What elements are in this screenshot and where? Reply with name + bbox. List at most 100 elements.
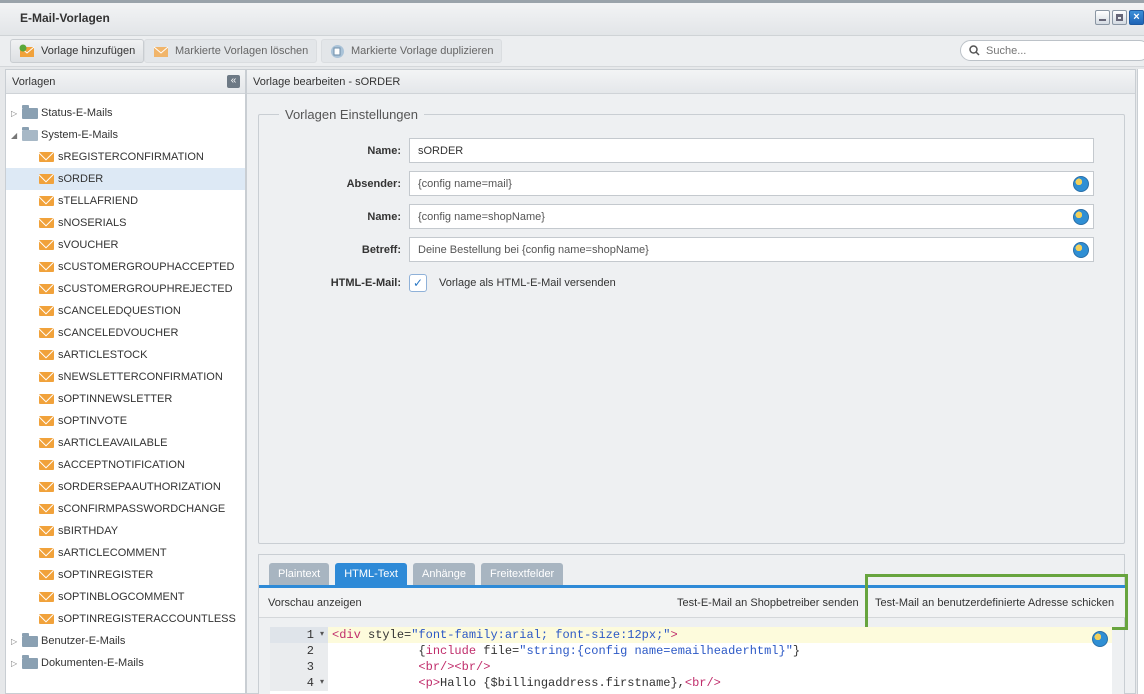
tab-free-text-fields[interactable]: Freitextfelder <box>481 563 564 585</box>
translation-globe-icon[interactable] <box>1092 631 1108 647</box>
add-mail-icon <box>19 44 35 57</box>
tree-item-sCONFIRMPASSWORDCHANGE[interactable]: sCONFIRMPASSWORDCHANGE <box>6 498 245 520</box>
tree-item-sORDERSEPAAUTHORIZATION[interactable]: sORDERSEPAAUTHORIZATION <box>6 476 245 498</box>
code-line[interactable]: 1 ▾ <div style="font-family:arial; font-si… <box>270 627 1112 643</box>
html-mail-label: HTML-E-Mail: <box>330 276 401 289</box>
minimize-icon[interactable] <box>1095 10 1110 25</box>
tree-item-sCANCELEDQUESTION[interactable]: sCANCELEDQUESTION <box>6 300 245 322</box>
tree-item-sCUSTOMERGROUPHREJECTED[interactable]: sCUSTOMERGROUPHREJECTED <box>6 278 245 300</box>
add-template-button[interactable]: Vorlage hinzufügen <box>10 39 145 63</box>
templates-tree-panel: Vorlagen « ▷ Status-E-Mails ◢ System-E-M… <box>5 69 246 694</box>
name-field[interactable]: sORDER <box>409 138 1094 163</box>
tree-item-sOPTINVOTE[interactable]: sOPTINVOTE <box>6 410 245 432</box>
mail-icon <box>39 284 54 294</box>
expand-arrow-icon[interactable]: ▷ <box>11 637 21 646</box>
tree-item-sCUSTOMERGROUPHACCEPTED[interactable]: sCUSTOMERGROUPHACCEPTED <box>6 256 245 278</box>
maximize-icon[interactable] <box>1112 10 1127 25</box>
tree-item-sOPTINNEWSLETTER[interactable]: sOPTINNEWSLETTER <box>6 388 245 410</box>
template-label: sOPTINREGISTERACCOUNTLESS <box>58 613 236 625</box>
subject-field[interactable]: Deine Bestellung bei {config name=shopNa… <box>409 237 1094 262</box>
expand-arrow-icon[interactable]: ▷ <box>11 109 21 118</box>
tree-item-sOPTINREGISTERACCOUNTLESS[interactable]: sOPTINREGISTERACCOUNTLESS <box>6 608 245 630</box>
content-editor-panel: Plaintext HTML-Text Anhänge Freitextfeld… <box>258 554 1128 694</box>
tree-item-sARTICLECOMMENT[interactable]: sARTICLECOMMENT <box>6 542 245 564</box>
collapse-arrow-icon[interactable]: ◢ <box>11 131 21 140</box>
name-value: sORDER <box>418 144 464 157</box>
translation-globe-icon[interactable] <box>1073 242 1089 258</box>
tree-item-sTELLAFRIEND[interactable]: sTELLAFRIEND <box>6 190 245 212</box>
delete-templates-button[interactable]: Markierte Vorlagen löschen <box>144 39 318 63</box>
tree-folder-status[interactable]: ▷ Status-E-Mails <box>6 102 245 124</box>
open-folder-icon <box>22 126 38 141</box>
tree-folder-system[interactable]: ◢ System-E-Mails <box>6 124 245 146</box>
tree-item-sORDER[interactable]: sORDER <box>6 168 245 190</box>
code-line[interactable]: 2 {include file="string:{config name=ema… <box>270 643 1112 659</box>
code-text: {include file="string:{config name=email… <box>328 644 800 658</box>
template-label: sBIRTHDAY <box>58 525 119 537</box>
editor-panel-header: Vorlage bearbeiten - sORDER <box>247 70 1135 94</box>
mail-icon <box>39 240 54 250</box>
line-number: 4 ▾ <box>270 675 328 691</box>
delete-templates-label: Markierte Vorlagen löschen <box>175 45 309 57</box>
preview-button[interactable]: Vorschau anzeigen <box>268 597 362 609</box>
expand-arrow-icon[interactable]: ▷ <box>11 659 21 668</box>
mail-icon <box>39 614 54 624</box>
code-token: <div <box>332 628 361 642</box>
tree-item-sOPTINBLOGCOMMENT[interactable]: sOPTINBLOGCOMMENT <box>6 586 245 608</box>
fold-arrow-icon[interactable]: ▾ <box>320 675 324 691</box>
folder-label: Dokumenten-E-Mails <box>41 657 144 669</box>
translation-globe-icon[interactable] <box>1073 209 1089 225</box>
search-box[interactable] <box>960 40 1144 61</box>
mail-icon <box>39 438 54 448</box>
template-label: sARTICLECOMMENT <box>58 547 167 559</box>
code-token: "string:{config name=emailheaderhtml}" <box>519 644 793 658</box>
window-controls: × <box>1095 10 1144 25</box>
fold-arrow-icon[interactable]: ▾ <box>320 627 324 643</box>
html-mail-checkbox[interactable]: ✓ <box>409 273 427 292</box>
code-token: Hallo {$billingaddress.firstname}, <box>440 676 685 690</box>
code-editor[interactable]: 1 ▾ <div style="font-family:arial; font-si… <box>270 627 1112 694</box>
subject-label: Betreff: <box>361 243 401 256</box>
translation-globe-icon[interactable] <box>1073 176 1089 192</box>
tree-item-sACCEPTNOTIFICATION[interactable]: sACCEPTNOTIFICATION <box>6 454 245 476</box>
tree-item-sNEWSLETTERCONFIRMATION[interactable]: sNEWSLETTERCONFIRMATION <box>6 366 245 388</box>
tab-html-text[interactable]: HTML-Text <box>335 563 407 585</box>
code-line[interactable]: 4 ▾ <p>Hallo {$billingaddress.firstname},… <box>270 675 1112 691</box>
tree-item-sBIRTHDAY[interactable]: sBIRTHDAY <box>6 520 245 542</box>
tree-item-sARTICLESTOCK[interactable]: sARTICLESTOCK <box>6 344 245 366</box>
mail-icon <box>39 262 54 272</box>
tree-folder-documents[interactable]: ▷ Dokumenten-E-Mails <box>6 652 245 674</box>
sender-name-field[interactable]: {config name=shopName} <box>409 204 1094 229</box>
window-right-edge <box>1137 69 1144 694</box>
tree-item-sNOSERIALS[interactable]: sNOSERIALS <box>6 212 245 234</box>
template-label: sCUSTOMERGROUPHACCEPTED <box>58 261 235 273</box>
close-icon[interactable]: × <box>1129 10 1144 25</box>
settings-fieldset: Vorlagen Einstellungen Name: sORDER Abse… <box>258 107 1125 544</box>
subject-value: Deine Bestellung bei {config name=shopNa… <box>418 243 649 256</box>
collapse-panel-icon[interactable]: « <box>227 75 240 88</box>
test-mail-owner-button[interactable]: Test-E-Mail an Shopbetreiber senden <box>677 597 859 609</box>
sender-field[interactable]: {config name=mail} <box>409 171 1094 196</box>
tree-item-sARTICLEAVAILABLE[interactable]: sARTICLEAVAILABLE <box>6 432 245 454</box>
tab-attachments[interactable]: Anhänge <box>412 563 476 585</box>
code-line[interactable]: 3 <br/><br/> <box>270 659 1112 675</box>
tree-item-sOPTINREGISTER[interactable]: sOPTINREGISTER <box>6 564 245 586</box>
tree-item-sCANCELEDVOUCHER[interactable]: sCANCELEDVOUCHER <box>6 322 245 344</box>
template-label: sTELLAFRIEND <box>58 195 139 207</box>
template-label: sORDERSEPAAUTHORIZATION <box>58 481 221 493</box>
folder-label: Status-E-Mails <box>41 107 113 119</box>
tree-item-sVOUCHER[interactable]: sVOUCHER <box>6 234 245 256</box>
line-number: 2 <box>270 643 328 659</box>
duplicate-template-button[interactable]: Markierte Vorlage duplizieren <box>321 39 503 63</box>
editor-toolbar: Vorschau anzeigen Test-E-Mail an Shopbet… <box>259 574 1128 630</box>
code-token: <br/> <box>684 676 721 690</box>
add-template-label: Vorlage hinzufügen <box>41 45 136 57</box>
tree-item-sREGISTERCONFIRMATION[interactable]: sREGISTERCONFIRMATION <box>6 146 245 168</box>
templates-panel-title: Vorlagen <box>12 76 56 88</box>
code-token: <p> <box>418 676 441 690</box>
sender-name-row: Name: {config name=shopName} <box>259 204 1094 229</box>
tree-folder-user[interactable]: ▷ Benutzer-E-Mails <box>6 630 245 652</box>
search-input[interactable] <box>986 44 1126 57</box>
subject-row: Betreff: Deine Bestellung bei {config na… <box>259 237 1094 262</box>
tab-plaintext[interactable]: Plaintext <box>269 563 330 585</box>
